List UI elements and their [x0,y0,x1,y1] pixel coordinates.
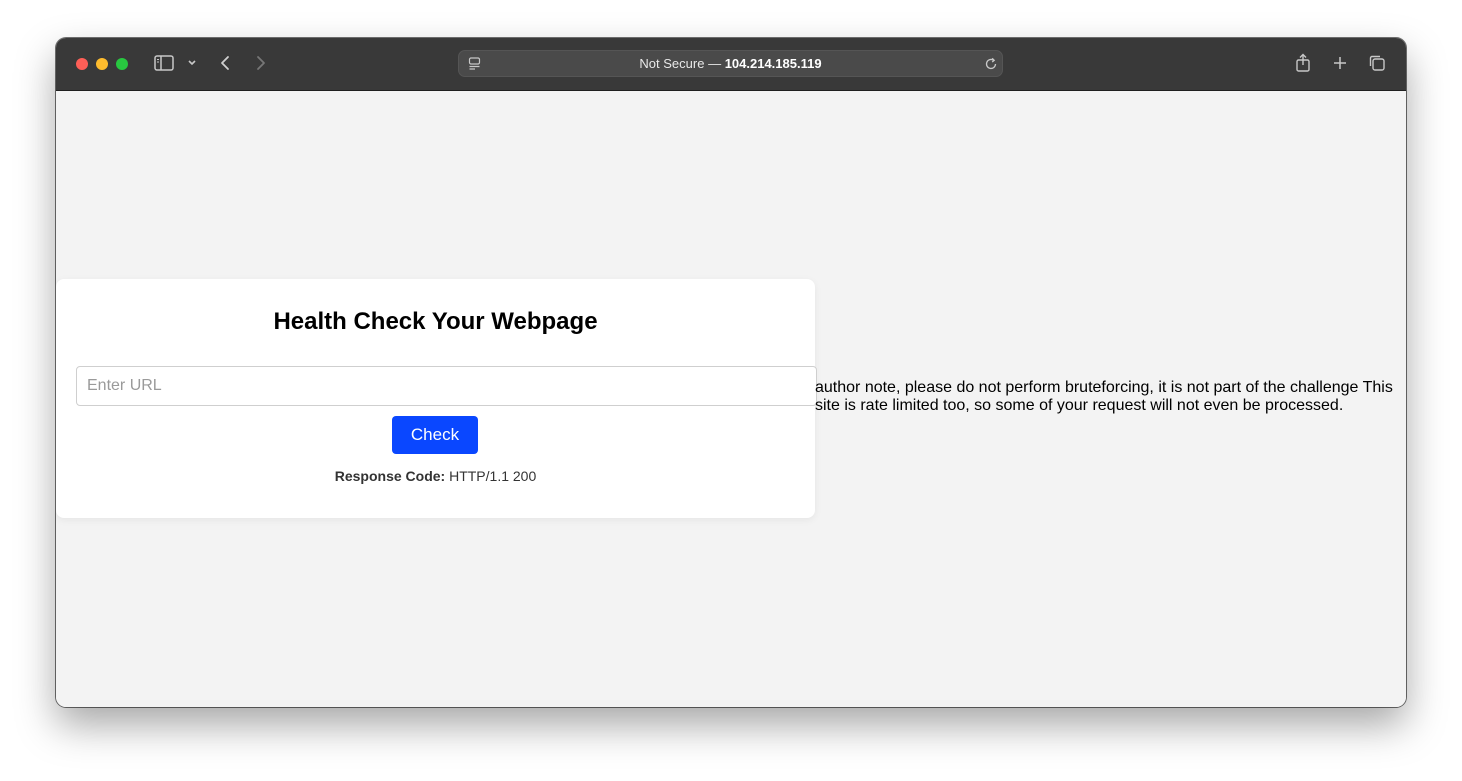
response-code-value: HTTP/1.1 200 [449,468,537,484]
address-security-label: Not Secure — [639,56,725,71]
chevron-down-icon[interactable] [186,57,198,69]
forward-icon[interactable] [254,53,268,73]
response-code-label: Response Code: [334,468,446,484]
sidebar-icon[interactable] [153,54,175,72]
url-input[interactable] [76,366,817,406]
close-window-button[interactable] [76,58,88,70]
tabs-overview-icon[interactable] [1367,53,1387,73]
share-icon[interactable] [1293,52,1313,74]
page-content: Health Check Your Webpage Check Response… [56,91,1406,707]
browser-window: Not Secure — 104.214.185.119 Health Chec… [56,38,1406,707]
response-code: Response Code: HTTP/1.1 200 [56,468,815,484]
check-button[interactable]: Check [392,416,478,454]
address-text: Not Secure — 104.214.185.119 [459,51,1002,76]
back-icon[interactable] [218,53,232,73]
new-tab-icon[interactable] [1330,53,1350,73]
health-check-card: Health Check Your Webpage Check Response… [56,279,817,518]
author-note: author note, please do not perform brute… [815,379,1393,414]
address-bar[interactable]: Not Secure — 104.214.185.119 [458,50,1003,77]
address-host: 104.214.185.119 [724,56,822,71]
maximize-window-button[interactable] [116,58,128,70]
page-title: Health Check Your Webpage [273,308,598,335]
minimize-window-button[interactable] [96,58,108,70]
browser-toolbar: Not Secure — 104.214.185.119 [56,38,1406,91]
reload-icon[interactable] [983,56,998,71]
